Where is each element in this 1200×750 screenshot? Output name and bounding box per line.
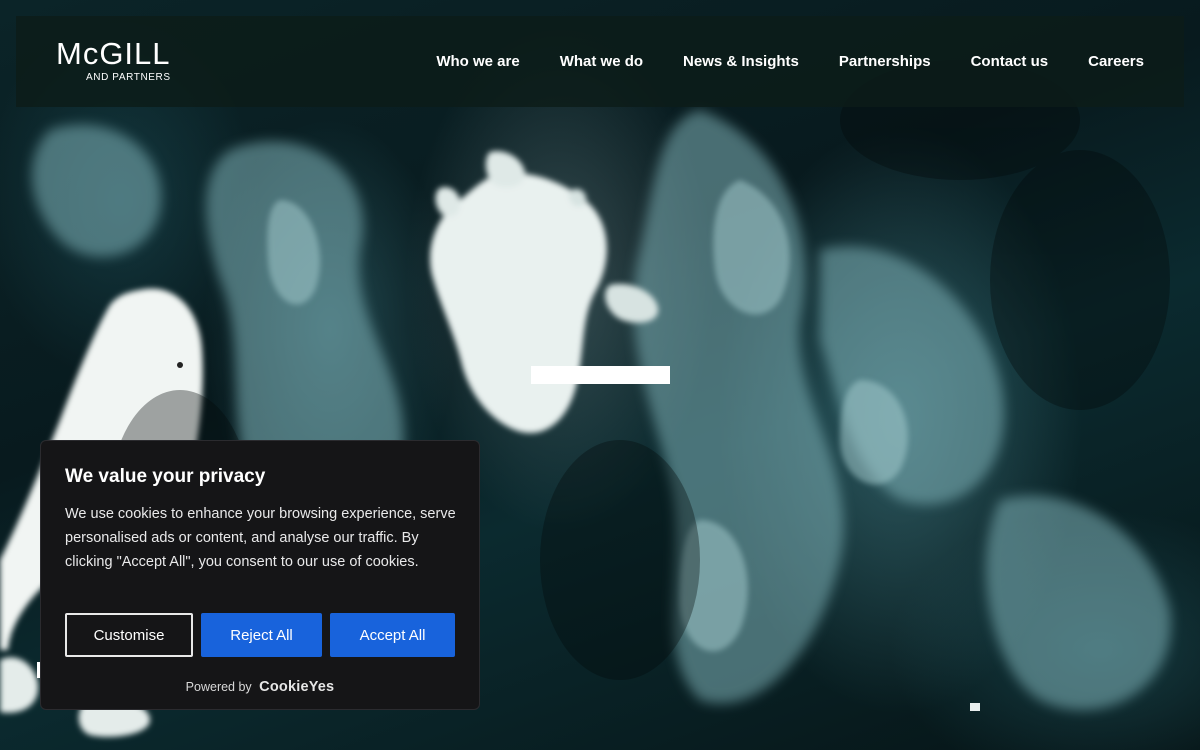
nav-news-insights[interactable]: News & Insights bbox=[683, 53, 799, 70]
customise-button[interactable]: Customise bbox=[65, 613, 193, 657]
cookieyes-logo[interactable]: CookieYes bbox=[259, 679, 334, 695]
powered-by: Powered by CookieYes bbox=[41, 679, 479, 695]
nav-careers[interactable]: Careers bbox=[1088, 53, 1144, 70]
accept-all-button[interactable]: Accept All bbox=[330, 613, 455, 657]
mcgill-logo[interactable]: McGILL AND PARTNERS bbox=[56, 38, 186, 86]
nav-who-we-are[interactable]: Who we are bbox=[436, 53, 519, 70]
reject-all-button[interactable]: Reject All bbox=[201, 613, 322, 657]
logo-subtitle: AND PARTNERS bbox=[86, 72, 171, 83]
nav-partnerships[interactable]: Partnerships bbox=[839, 53, 931, 70]
nav-what-we-do[interactable]: What we do bbox=[560, 53, 643, 70]
cookie-description: We use cookies to enhance your browsing … bbox=[65, 506, 456, 570]
main-nav: Who we are What we do News & Insights Pa… bbox=[436, 16, 1144, 107]
powered-by-text: Powered by bbox=[185, 680, 252, 694]
loading-bar bbox=[531, 366, 670, 384]
logo-wordmark: McGILL bbox=[56, 36, 171, 71]
cookie-title: We value your privacy bbox=[65, 466, 266, 487]
top-navbar: McGILL AND PARTNERS Who we are What we d… bbox=[16, 16, 1184, 107]
nav-contact-us[interactable]: Contact us bbox=[971, 53, 1049, 70]
cookie-consent-banner: We value your privacy We use cookies to … bbox=[40, 440, 480, 710]
